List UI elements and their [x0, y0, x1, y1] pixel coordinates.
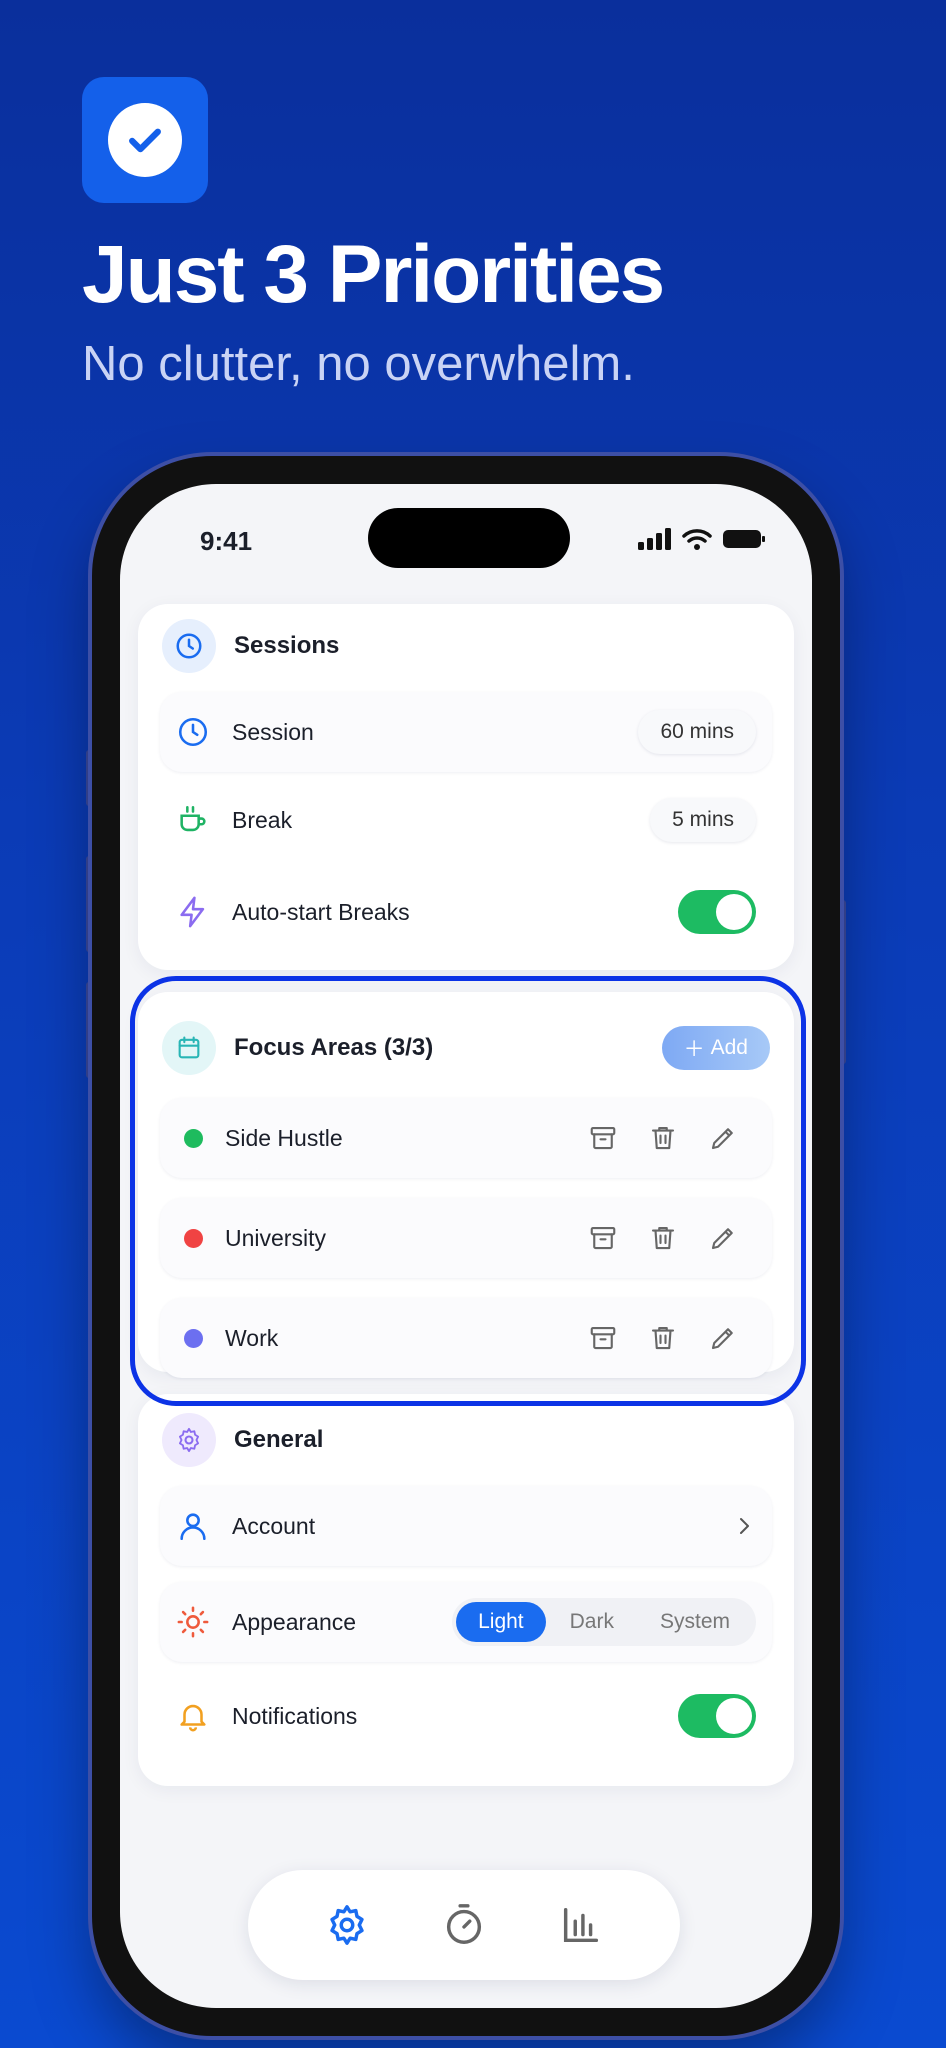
sessions-card: Sessions Session 60 mins Break 5 mins Au… [138, 604, 794, 970]
notifications-toggle[interactable] [678, 1694, 756, 1738]
session-label: Session [232, 718, 314, 745]
clock-icon [178, 717, 208, 747]
break-label: Break [232, 806, 293, 833]
account-label: Account [232, 1512, 316, 1539]
auto-start-label: Auto-start Breaks [232, 898, 410, 925]
user-icon [180, 1513, 206, 1541]
notifications-label: Notifications [232, 1702, 358, 1729]
notifications-row: Notifications [160, 1676, 772, 1756]
appearance-option-light[interactable]: Light [456, 1602, 546, 1642]
break-duration[interactable]: 5 mins [650, 798, 756, 842]
status-bar: 9:41 [120, 484, 812, 584]
general-header: General [162, 1412, 770, 1468]
timer-icon[interactable] [441, 1902, 487, 1948]
coffee-cup-icon [180, 805, 206, 832]
bell-icon [180, 1704, 206, 1732]
stats-icon[interactable] [558, 1902, 604, 1948]
appearance-segmented-control: Light Dark System [452, 1598, 756, 1646]
general-card: General Account Appearance Light Dark Sy… [138, 1394, 794, 1786]
focus-areas-highlight [130, 976, 806, 1406]
checkmark-icon [108, 103, 182, 177]
general-title: General [234, 1426, 324, 1453]
settings-icon[interactable] [324, 1902, 370, 1948]
appearance-option-dark[interactable]: Dark [548, 1602, 636, 1642]
tab-bar [248, 1870, 680, 1980]
auto-start-toggle[interactable] [678, 890, 756, 934]
sessions-title: Sessions [234, 632, 340, 659]
chevron-right-icon [740, 1518, 749, 1534]
account-row[interactable]: Account [160, 1486, 772, 1566]
session-row[interactable]: Session 60 mins [160, 692, 772, 772]
sun-icon [177, 1606, 209, 1638]
dynamic-island [368, 508, 570, 568]
battery-icon [723, 530, 765, 548]
auto-start-row: Auto-start Breaks [160, 872, 772, 952]
sessions-header: Sessions [162, 618, 770, 674]
session-duration[interactable]: 60 mins [638, 710, 756, 754]
hero-title: Just 3 Priorities [82, 229, 665, 320]
cellular-icon [638, 528, 671, 550]
wifi-icon [682, 529, 712, 550]
break-row[interactable]: Break 5 mins [160, 780, 772, 860]
lightning-icon [180, 896, 205, 928]
status-time: 9:41 [200, 526, 253, 556]
appearance-row: Appearance Light Dark System [160, 1582, 772, 1662]
hero-subtitle: No clutter, no overwhelm. [82, 337, 635, 391]
clock-icon [162, 619, 216, 673]
appearance-option-system[interactable]: System [638, 1602, 752, 1642]
appearance-label: Appearance [232, 1608, 357, 1635]
gear-icon [162, 1413, 216, 1467]
app-logo [82, 77, 208, 203]
